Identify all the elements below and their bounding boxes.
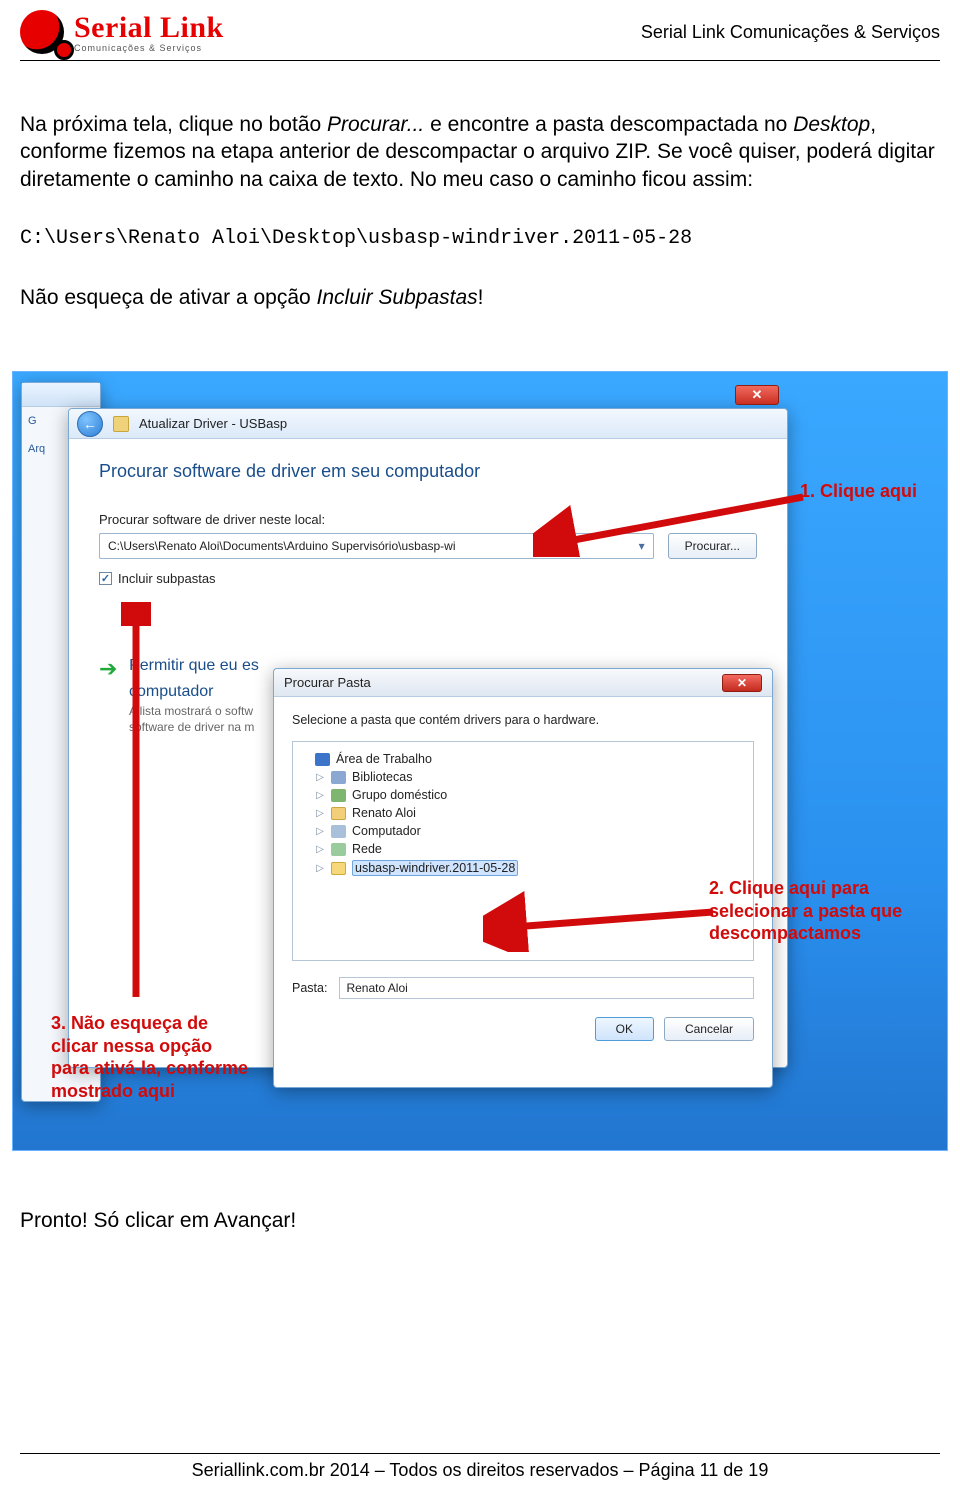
main-heading: Procurar software de driver em seu compu… — [99, 461, 757, 482]
arrow-right-icon: ➔ — [99, 656, 117, 682]
ic-user-icon — [331, 807, 346, 820]
arrow-2-icon — [483, 882, 733, 952]
tree-item[interactable]: ▷ Rede — [299, 840, 747, 858]
brand-sub: Comunicações & Serviços — [74, 43, 224, 53]
ic-lib-icon — [331, 771, 346, 784]
logo: Serial Link Comunicações & Serviços — [20, 10, 224, 54]
header-right-text: Serial Link Comunicações & Serviços — [641, 22, 940, 43]
expand-icon[interactable]: ▷ — [315, 826, 325, 837]
annotation-3: 3. Não esqueça de clicar nessa opção par… — [51, 1012, 251, 1102]
ic-desktop-icon — [315, 753, 330, 766]
tree-item-label: Área de Trabalho — [336, 752, 432, 766]
after-text: Pronto! Só clicar em Avançar! — [0, 1209, 960, 1233]
mono-path: C:\Users\Renato Aloi\Desktop\usbasp-wind… — [20, 227, 940, 250]
tree-item-label: Rede — [352, 842, 382, 856]
after-i: Avançar — [214, 1209, 291, 1232]
logo-mark-icon — [20, 10, 64, 54]
p1-seg-a: Na próxima tela, clique no botão — [20, 113, 327, 136]
tree-item[interactable]: Área de Trabalho — [299, 750, 747, 768]
checkbox-icon[interactable]: ✓ — [99, 572, 112, 585]
annotation-1: 1. Clique aqui — [800, 480, 917, 503]
path-value: C:\Users\Renato Aloi\Documents\Arduino S… — [108, 539, 456, 553]
p1-seg-b: e encontre a pasta descompactada no — [424, 113, 793, 136]
body-paragraph-1: Na próxima tela, clique no botão Procura… — [20, 111, 940, 193]
p1-seg-i: Procurar... — [327, 113, 424, 136]
cancel-button[interactable]: Cancelar — [664, 1017, 754, 1041]
expand-icon[interactable]: ▷ — [315, 863, 325, 874]
expand-icon[interactable]: ▷ — [315, 772, 325, 783]
arrow-3-icon — [121, 602, 151, 1002]
window-title: Atualizar Driver - USBasp — [139, 416, 287, 431]
browse-close-button[interactable]: ✕ — [722, 674, 762, 692]
p2-seg-i: Incluir Subpastas — [317, 286, 478, 309]
back-button[interactable]: ← — [77, 411, 103, 437]
brand-main: Serial Link — [74, 11, 224, 45]
header-divider — [20, 60, 940, 61]
body-paragraph-2: Não esqueça de ativar a opção Incluir Su… — [20, 284, 940, 311]
screenshot-area: G Arq ✕ ← Atualizar Driver - USBasp Proc… — [12, 371, 948, 1151]
tree-item-label: usbasp-windriver.2011-05-28 — [352, 860, 518, 876]
close-button[interactable]: ✕ — [735, 385, 779, 405]
browse-subtitle: Selecione a pasta que contém drivers par… — [292, 713, 754, 727]
pasta-field[interactable]: Renato Aloi — [339, 977, 754, 999]
tree-item[interactable]: ▷ Renato Aloi — [299, 804, 747, 822]
tree-item-label: Computador — [352, 824, 421, 838]
tree-item-label: Bibliotecas — [352, 770, 412, 784]
ok-button[interactable]: OK — [595, 1017, 654, 1041]
footer-text: Seriallink.com.br 2014 – Todos os direit… — [0, 1460, 960, 1481]
footer-divider — [20, 1453, 940, 1454]
tree-item-label: Grupo doméstico — [352, 788, 447, 802]
ic-group-icon — [331, 789, 346, 802]
p2-seg-a: Não esqueça de ativar a opção — [20, 286, 317, 309]
pasta-label: Pasta: — [292, 981, 327, 995]
expand-icon[interactable]: ▷ — [315, 844, 325, 855]
include-subfolders-checkbox[interactable]: ✓ Incluir subpastas — [99, 571, 757, 586]
p1-seg-i2: Desktop — [793, 113, 870, 136]
window-icon — [113, 416, 129, 432]
tree-item[interactable]: ▷ Computador — [299, 822, 747, 840]
after-b: ! — [290, 1209, 296, 1232]
ic-net-icon — [331, 843, 346, 856]
tree-item-label: Renato Aloi — [352, 806, 416, 820]
expand-icon[interactable]: ▷ — [315, 808, 325, 819]
ic-folder-icon — [331, 862, 346, 875]
ic-pc-icon — [331, 825, 346, 838]
annotation-2: 2. Clique aqui para selecionar a pasta q… — [709, 877, 919, 945]
tree-item[interactable]: ▷ Grupo doméstico — [299, 786, 747, 804]
p2-seg-b: ! — [478, 286, 484, 309]
after-a: Pronto! Só clicar em — [20, 1209, 214, 1232]
expand-icon[interactable]: ▷ — [315, 790, 325, 801]
browse-title: Procurar Pasta — [284, 675, 371, 690]
include-subfolders-label: Incluir subpastas — [118, 571, 216, 586]
browse-folder-dialog: Procurar Pasta ✕ Selecione a pasta que c… — [273, 668, 773, 1088]
arrow-1-icon — [533, 487, 813, 557]
tree-item[interactable]: ▷ Bibliotecas — [299, 768, 747, 786]
tree-item[interactable]: ▷ usbasp-windriver.2011-05-28 — [299, 858, 747, 878]
